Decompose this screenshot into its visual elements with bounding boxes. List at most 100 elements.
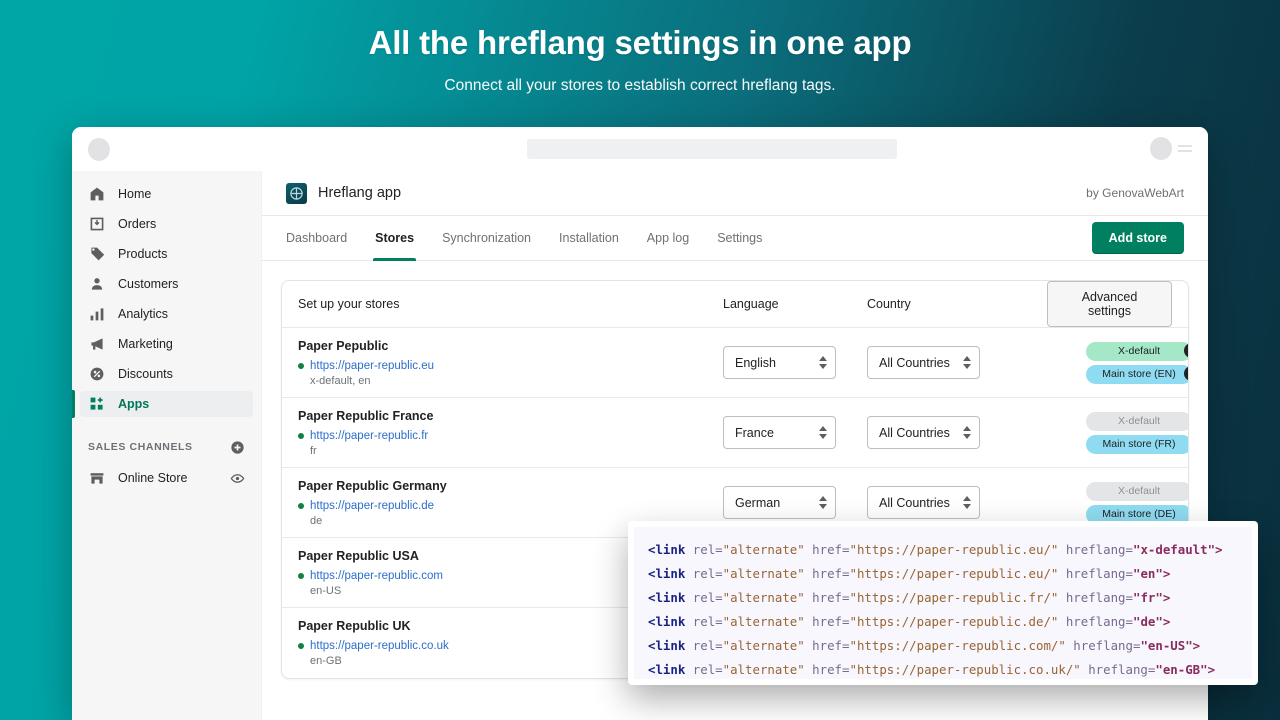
store-url-line: https://paper-republic.de [298, 500, 723, 512]
country-cell: All Countries [867, 416, 1047, 449]
store-url-link[interactable]: https://paper-republic.eu [310, 360, 434, 372]
tab-settings[interactable]: Settings [703, 216, 776, 261]
sidebar-item-customers[interactable]: Customers [80, 271, 253, 297]
status-badge[interactable]: Main store (FR) [1086, 435, 1189, 454]
stores-table-header: Set up your stores Language Country Adva… [282, 281, 1188, 328]
tab-dashboard[interactable]: Dashboard [286, 216, 361, 261]
code-attr: rel [693, 614, 715, 629]
stepper-caret-icon [819, 426, 827, 439]
add-store-button[interactable]: Add store [1092, 222, 1184, 254]
tab-synchronization[interactable]: Synchronization [428, 216, 545, 261]
sidebar-item-apps[interactable]: Apps [80, 391, 253, 417]
store-url-link[interactable]: https://paper-republic.fr [310, 430, 428, 442]
browser-chrome-right [1150, 137, 1192, 160]
code-line: <link rel="alternate" href="https://pape… [648, 658, 1238, 679]
code-hreflang-value: "en" [1133, 566, 1163, 581]
code-attr: rel [693, 542, 715, 557]
code-hreflang-value: "fr" [1133, 590, 1163, 605]
remove-x-icon[interactable]: ✕ [1184, 343, 1189, 358]
code-attr: href [812, 614, 842, 629]
language-select[interactable]: German [723, 486, 836, 519]
code-attr: hreflang [1073, 638, 1133, 653]
stepper-caret-icon [963, 496, 971, 509]
column-header-name: Set up your stores [298, 297, 723, 311]
language-cell: German [723, 486, 867, 519]
store-url-line: https://paper-republic.eu [298, 360, 723, 372]
language-select[interactable]: France [723, 416, 836, 449]
store-name: Paper Republic France [298, 409, 723, 423]
sidebar-item-home[interactable]: Home [80, 181, 253, 207]
code-gt: > [1215, 542, 1222, 557]
browser-address-bar[interactable] [527, 139, 897, 159]
code-value: "alternate" [723, 542, 805, 557]
code-hreflang-value: "en-US" [1140, 638, 1192, 653]
browser-back-icon[interactable] [88, 138, 110, 161]
sidebar-item-label: Customers [118, 277, 178, 291]
browser-profile-avatar[interactable] [1150, 137, 1172, 160]
tab-stores[interactable]: Stores [361, 216, 428, 261]
code-value: "https://paper-republic.com/" [849, 638, 1065, 653]
country-cell: All Countries [867, 486, 1047, 519]
browser-menu-icon[interactable] [1178, 145, 1192, 152]
table-row[interactable]: Paper Pepublic https://paper-republic.eu… [282, 328, 1188, 398]
code-value: "https://paper-republic.co.uk/" [849, 662, 1080, 677]
country-select[interactable]: All Countries [867, 416, 980, 449]
code-tag: <link [648, 638, 685, 653]
analytics-bars-icon [88, 306, 105, 323]
plus-circle-icon[interactable] [229, 439, 245, 455]
code-gt: > [1163, 614, 1170, 629]
language-select-value: German [735, 496, 819, 510]
country-select-value: All Countries [879, 496, 963, 510]
code-attr: href [812, 638, 842, 653]
badge-label: Main store (EN) [1102, 368, 1176, 380]
store-url-link[interactable]: https://paper-republic.com [310, 570, 443, 582]
code-value: "https://paper-republic.de/" [849, 614, 1058, 629]
tab-installation[interactable]: Installation [545, 216, 633, 261]
code-value: "alternate" [723, 662, 805, 677]
badge-label: X-default [1118, 485, 1160, 497]
language-select-value: English [735, 356, 819, 370]
badge-cell: X-default ✕ Main store (EN) ✕ [1047, 342, 1189, 384]
sidebar-item-label: Marketing [118, 337, 173, 351]
code-attr: rel [693, 590, 715, 605]
code-attr: hreflang [1066, 542, 1126, 557]
sidebar-item-orders[interactable]: Orders [80, 211, 253, 237]
sidebar-item-analytics[interactable]: Analytics [80, 301, 253, 327]
code-tag: <link [648, 590, 685, 605]
sidebar-item-discounts[interactable]: Discounts [80, 361, 253, 387]
code-line: <link rel="alternate" href="https://pape… [648, 634, 1238, 658]
browser-chrome-bar [72, 127, 1208, 171]
status-badge[interactable]: X-default ✕ [1086, 342, 1189, 361]
sidebar-item-marketing[interactable]: Marketing [80, 331, 253, 357]
language-select[interactable]: English [723, 346, 836, 379]
column-header-country: Country [867, 297, 1047, 311]
sidebar-section-label: SALES CHANNELS [88, 441, 193, 453]
code-line: <link rel="alternate" href="https://pape… [648, 586, 1238, 610]
country-select[interactable]: All Countries [867, 486, 980, 519]
status-badge[interactable]: Main store (EN) ✕ [1086, 365, 1189, 384]
store-url-link[interactable]: https://paper-republic.de [310, 500, 434, 512]
home-icon [88, 186, 105, 203]
code-gt: > [1163, 590, 1170, 605]
table-row[interactable]: Paper Republic France https://paper-repu… [282, 398, 1188, 468]
store-url-link[interactable]: https://paper-republic.co.uk [310, 640, 449, 652]
store-name: Paper Republic Germany [298, 479, 723, 493]
code-gt: > [1163, 566, 1170, 581]
tab-app-log[interactable]: App log [633, 216, 703, 261]
code-tag: <link [648, 614, 685, 629]
eye-icon[interactable] [229, 470, 245, 486]
remove-x-icon[interactable]: ✕ [1184, 366, 1189, 381]
status-badge[interactable]: X-default [1086, 482, 1189, 501]
app-header: Hreflang app by GenovaWebArt [262, 171, 1208, 216]
code-value: "alternate" [723, 566, 805, 581]
store-info: Paper Republic France https://paper-repu… [298, 409, 723, 457]
sidebar-item-products[interactable]: Products [80, 241, 253, 267]
store-locales: x-default, en [310, 375, 723, 387]
country-select[interactable]: All Countries [867, 346, 980, 379]
advanced-settings-button[interactable]: Advanced settings [1047, 281, 1172, 327]
country-select-value: All Countries [879, 426, 963, 440]
sidebar-item-label: Products [118, 247, 167, 261]
status-dot-icon [298, 433, 304, 439]
sidebar-item-online-store[interactable]: Online Store [80, 465, 253, 491]
status-badge[interactable]: X-default [1086, 412, 1189, 431]
